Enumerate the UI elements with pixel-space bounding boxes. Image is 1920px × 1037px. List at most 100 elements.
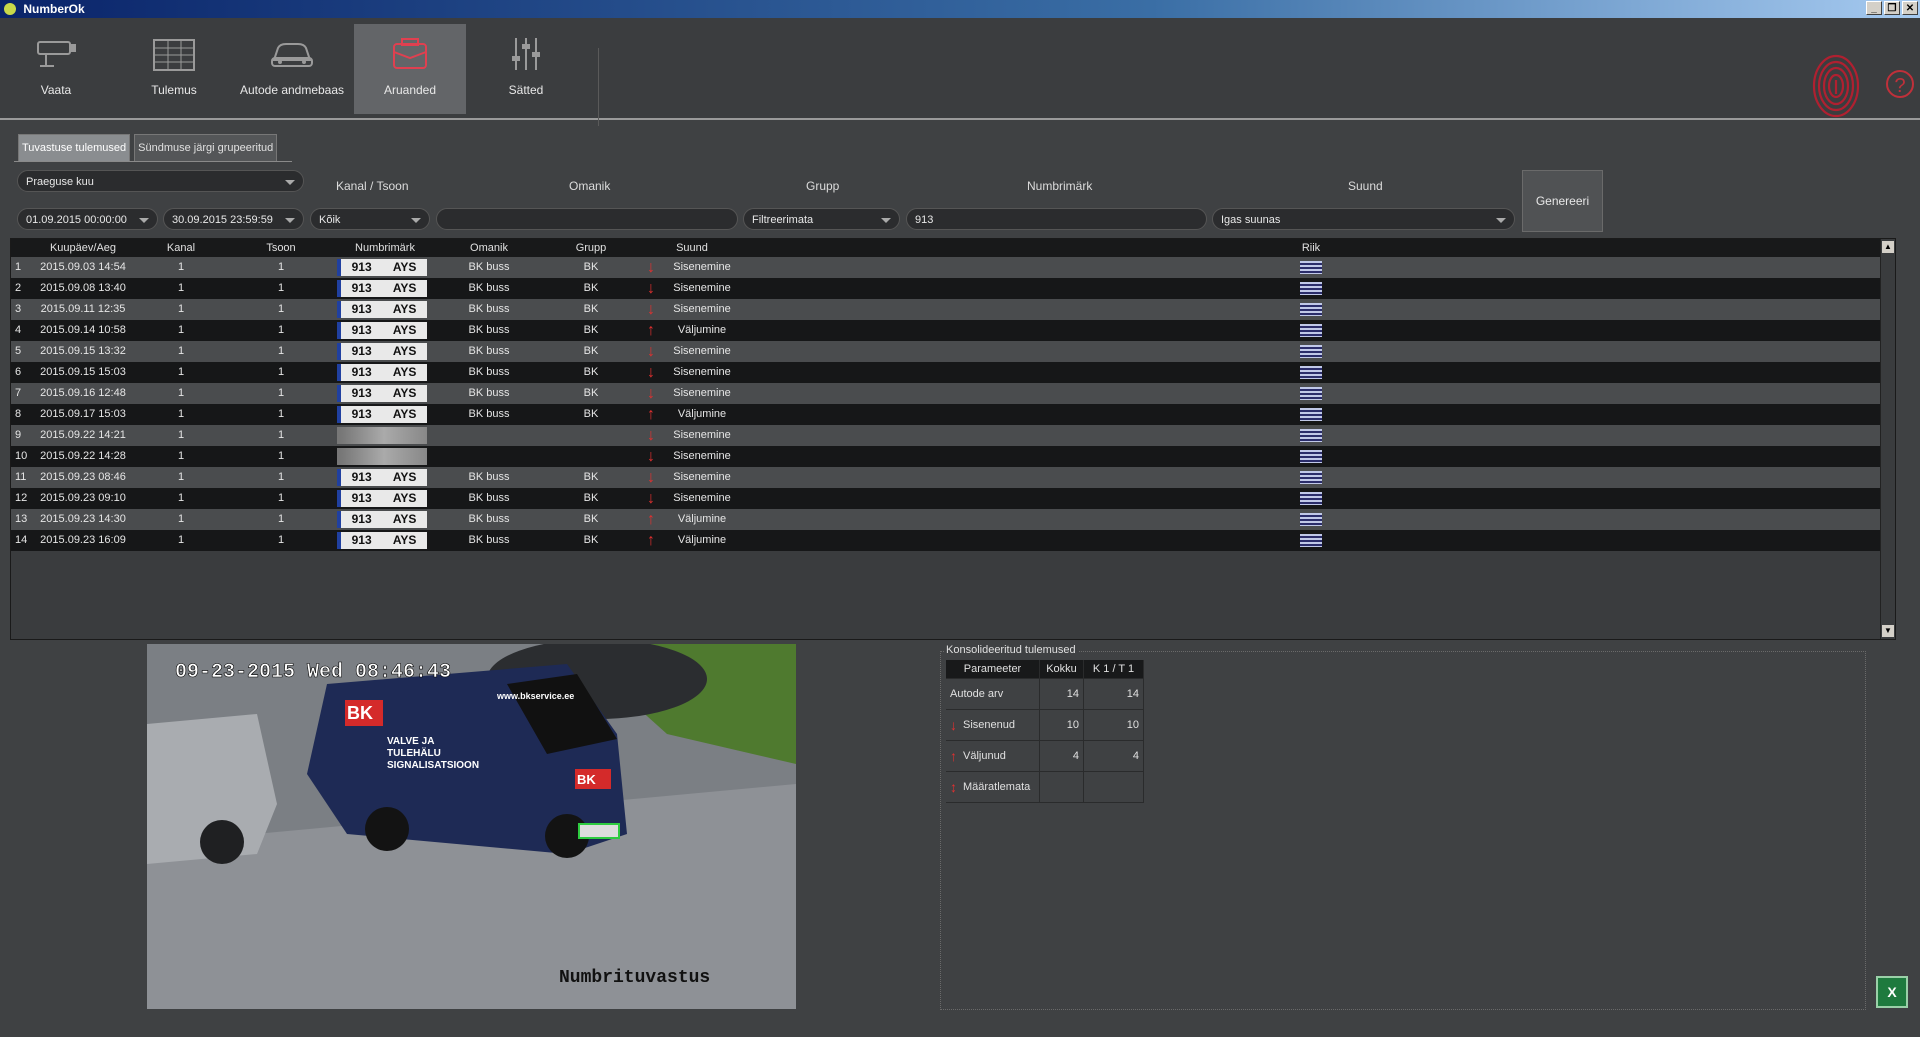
cell-zone: 1 — [277, 429, 285, 441]
table-row[interactable]: 9 2015.09.22 14:21 1 1 Sisenemine ↓ — [11, 425, 1895, 446]
chevron-down-icon — [881, 218, 891, 223]
date-from-picker[interactable]: 01.09.2015 00:00:00 — [17, 208, 158, 230]
minimize-button[interactable]: _ — [1866, 1, 1882, 15]
table-row[interactable]: 13 2015.09.23 14:30 1 1 BK buss BK Väljumine 91… — [11, 509, 1895, 530]
table-row[interactable]: 10 2015.09.22 14:28 1 1 Sisenemine ↓ — [11, 446, 1895, 467]
col-header-zone[interactable]: Tsoon — [231, 239, 331, 257]
cell-plate: 913 AYS — [333, 257, 437, 278]
consolidated-parameter: ↑ Väljunud — [946, 741, 1040, 771]
table-row[interactable]: 8 2015.09.17 15:03 1 1 BK buss BK Väljumine 913… — [11, 404, 1895, 425]
col-header-country[interactable]: Riik — [743, 239, 1879, 257]
toolbar-satted-button[interactable]: Sätted — [470, 24, 582, 114]
cell-group — [541, 446, 641, 467]
period-select-value: Praeguse kuu — [26, 176, 94, 188]
cell-plate: 913 AYS — [333, 488, 437, 509]
table-row[interactable]: 12 2015.09.23 09:10 1 1 BK buss BK Sisenemine 9… — [11, 488, 1895, 509]
toolbar-autode-andmebaas-button[interactable]: Autode andmebaas — [236, 24, 348, 114]
scroll-up-icon[interactable]: ▲ — [1882, 241, 1894, 253]
country-flag-icon — [1300, 345, 1322, 358]
table-row[interactable]: 11 2015.09.23 08:46 1 1 BK buss BK Sisenemine 9… — [11, 467, 1895, 488]
table-row[interactable]: 3 2015.09.11 12:35 1 1 BK buss BK Sisenemine 91… — [11, 299, 1895, 320]
cell-datetime: 2015.09.11 12:35 — [40, 303, 126, 315]
plate-input[interactable]: 913 — [906, 208, 1207, 230]
cell-direction: Sisenemine — [673, 450, 731, 462]
cell-country — [743, 446, 1879, 467]
arrow-down-icon: ↓ — [647, 427, 655, 444]
cell-country — [743, 278, 1879, 299]
consolidated-row: ↕ Määratlemata — [946, 772, 1144, 803]
consolidated-parameter-label: Määratlemata — [963, 781, 1031, 793]
plate-letters: AYS — [392, 533, 417, 547]
col-header-owner[interactable]: Omanik — [437, 239, 541, 257]
date-to-picker[interactable]: 30.09.2015 23:59:59 — [163, 208, 304, 230]
cell-plate: 913 AYS — [333, 530, 437, 551]
plate-number: 913 — [351, 470, 372, 484]
plate-image: 913 AYS — [337, 301, 427, 318]
table-row[interactable]: 2 2015.09.08 13:40 1 1 BK buss BK Sisenemine 91… — [11, 278, 1895, 299]
arrow-down-icon: ↓ — [647, 469, 655, 486]
scroll-down-icon[interactable]: ▼ — [1882, 625, 1894, 637]
cell-owner: BK buss — [468, 261, 510, 273]
country-flag-icon — [1300, 534, 1322, 547]
col-header-direction[interactable]: Suund — [641, 239, 743, 257]
excel-export-icon[interactable]: X — [1876, 976, 1908, 1008]
col-header-datetime[interactable]: Kuupäev/Aeg — [35, 239, 131, 257]
consolidated-parameter: Autode arv — [946, 679, 1040, 709]
tab-tuvastuse-tulemused[interactable]: Tuvastuse tulemused — [18, 134, 131, 162]
cell-country — [743, 383, 1879, 404]
cell-country — [743, 530, 1879, 551]
table-row[interactable]: 5 2015.09.15 13:32 1 1 BK buss BK Sisenemine 91… — [11, 341, 1895, 362]
tab-sundmuse-jargi[interactable]: Sündmuse järgi grupeeritud — [134, 134, 278, 162]
period-select[interactable]: Praeguse kuu — [17, 170, 304, 192]
cell-group — [541, 425, 641, 446]
col-header-channel[interactable]: Kanal — [131, 239, 231, 257]
main-toolbar: Vaata Tulemus Autode andmebaas Aruanded — [0, 18, 1920, 126]
table-row[interactable]: 4 2015.09.14 10:58 1 1 BK buss BK Väljumine 913… — [11, 320, 1895, 341]
cell-direction: Sisenemine — [673, 387, 731, 399]
direction-select[interactable]: Igas suunas — [1212, 208, 1515, 230]
chevron-down-icon — [411, 218, 421, 223]
arrow-up-icon: ↑ — [647, 322, 655, 339]
consolidated-total: 10 — [1040, 710, 1084, 740]
owner-input[interactable] — [436, 208, 738, 230]
consolidated-row: ↑ Väljunud 4 4 — [946, 741, 1144, 772]
cell-zone: 1 — [277, 408, 285, 420]
close-button[interactable]: ✕ — [1902, 1, 1918, 15]
restore-button[interactable]: ❐ — [1884, 1, 1900, 15]
cell-owner: BK buss — [468, 303, 510, 315]
cell-owner: BK buss — [468, 387, 510, 399]
cell-owner: BK buss — [468, 408, 510, 420]
table-row[interactable]: 1 2015.09.03 14:54 1 1 BK buss BK Sisenemine 91… — [11, 257, 1895, 278]
help-icon[interactable]: ? — [1886, 70, 1914, 98]
col-header-plate[interactable]: Numbrimärk — [333, 239, 437, 257]
toolbar-vaata-button[interactable]: Vaata — [0, 24, 112, 114]
table-row[interactable]: 7 2015.09.16 12:48 1 1 BK buss BK Sisenemine 91… — [11, 383, 1895, 404]
group-select[interactable]: Filtreerimata — [743, 208, 900, 230]
tab-underline — [14, 161, 292, 162]
consolidated-parameter: ↓ Sisenenud — [946, 710, 1040, 740]
cell-plate — [333, 446, 437, 467]
consolidated-header-total: Kokku — [1040, 660, 1084, 678]
grid-scrollbar[interactable]: ▲ ▼ — [1880, 239, 1895, 639]
row-number: 7 — [15, 387, 22, 399]
cell-country — [743, 299, 1879, 320]
cell-country — [743, 509, 1879, 530]
channel-zone-value: Kõik — [319, 214, 341, 226]
col-header-group[interactable]: Grupp — [541, 239, 641, 257]
country-flag-icon — [1300, 324, 1322, 337]
channel-zone-select[interactable]: Kõik — [310, 208, 430, 230]
toolbar-aruanded-button[interactable]: Aruanded — [354, 24, 466, 114]
group-label: Grupp — [806, 179, 840, 193]
settings-sliders-icon — [512, 38, 540, 70]
generate-button[interactable]: Genereeri — [1522, 170, 1603, 232]
plate-image: 913 AYS — [337, 406, 427, 423]
arrow-down-icon: ↓ — [647, 301, 655, 318]
plate-letters: AYS — [392, 491, 417, 505]
cell-group: BK — [583, 492, 599, 504]
arrow-down-icon: ↓ — [647, 280, 655, 297]
toolbar-tulemus-button[interactable]: Tulemus — [118, 24, 230, 114]
cell-zone: 1 — [277, 534, 285, 546]
table-row[interactable]: 6 2015.09.15 15:03 1 1 BK buss BK Sisenemine 91… — [11, 362, 1895, 383]
results-list-icon — [153, 39, 195, 71]
table-row[interactable]: 14 2015.09.23 16:09 1 1 BK buss BK Väljumine 91… — [11, 530, 1895, 551]
